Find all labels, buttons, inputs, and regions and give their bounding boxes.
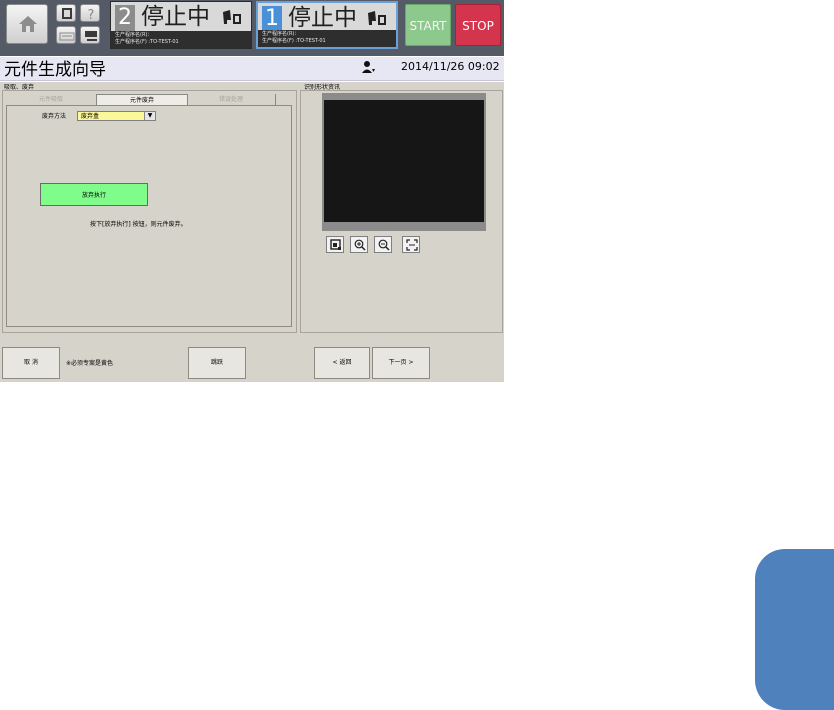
help-icon: ? — [88, 8, 95, 23]
monitor-button[interactable] — [80, 26, 100, 44]
tab-strip: 元件吸取 元件废弃 错误处理 — [8, 94, 276, 106]
lane-program: 生产程序名(R)： 生产程序名(F) :TO-TEST-01 — [111, 31, 251, 48]
datetime: 2014/11/26 09:02 — [401, 60, 500, 73]
expand-button[interactable] — [402, 236, 420, 253]
skip-button[interactable]: 跳跃 — [188, 347, 246, 379]
monitor-icon — [85, 31, 97, 41]
tab-divider — [275, 94, 276, 105]
zoom-in-button[interactable] — [350, 236, 368, 253]
svg-text:?: ? — [88, 8, 95, 23]
lane-state: 停止中 — [288, 5, 357, 31]
help-button[interactable]: ? — [80, 4, 100, 23]
execute-discard-button[interactable]: 放弃执行 — [40, 183, 148, 206]
display-button[interactable] — [56, 4, 76, 22]
tab-pickup[interactable]: 元件吸取 — [8, 94, 94, 105]
zoom-out-icon — [378, 239, 390, 251]
tab-error-handling[interactable]: 错误处理 — [188, 94, 274, 105]
method-value: 废弃盒 — [81, 113, 100, 120]
start-button[interactable]: START — [405, 4, 451, 46]
back-button[interactable]: < 返回 — [314, 347, 370, 379]
feeder-icon — [223, 10, 241, 24]
keyboard-icon — [59, 32, 75, 41]
fit-image-icon — [330, 239, 341, 250]
program-line-2: 生产程序名(F) :TO-TEST-01 — [262, 38, 326, 44]
required-note: ※必须专案是黄色 — [66, 360, 114, 367]
program-line-2: 生产程序名(F) :TO-TEST-01 — [115, 39, 179, 45]
group-label: 识别形状资讯 — [304, 84, 341, 91]
stop-button[interactable]: STOP — [455, 4, 501, 46]
lane-state: 停止中 — [141, 4, 210, 30]
shape-image-view — [324, 100, 484, 222]
page-title: 元件生成向导 — [4, 60, 106, 80]
expand-icon — [406, 239, 418, 251]
lane-number: 2 — [115, 5, 135, 31]
lane-1-status[interactable]: 1 停止中 生产程序名(R)： 生产程序名(F) :TO-TEST-01 — [256, 1, 398, 49]
cancel-button[interactable]: 取 消 — [2, 347, 60, 379]
fit-image-button[interactable] — [326, 236, 344, 253]
keyboard-button[interactable] — [56, 26, 76, 44]
hint-text: 按下[放弃执行] 按钮，则元件废弃。 — [90, 221, 187, 228]
next-button[interactable]: 下一页 > — [372, 347, 430, 379]
program-line-1: 生产程序名(R)： — [262, 31, 300, 37]
lane-2-status[interactable]: 2 停止中 生产程序名(R)： 生产程序名(F) :TO-TEST-01 — [110, 1, 252, 49]
user-icon[interactable] — [362, 60, 376, 74]
tab-panel — [6, 105, 292, 327]
zoom-in-icon — [354, 239, 366, 251]
home-button[interactable] — [6, 4, 48, 44]
method-label: 废弃方法 — [42, 113, 67, 120]
home-icon — [19, 16, 37, 32]
feeder-icon — [368, 11, 386, 25]
program-line-1: 生产程序名(R)： — [115, 32, 153, 38]
chevron-down-icon: ▼ — [144, 112, 155, 120]
display-icon — [62, 8, 72, 19]
lane-program: 生产程序名(R)： 生产程序名(F) :TO-TEST-01 — [258, 30, 396, 47]
zoom-out-button[interactable] — [374, 236, 392, 253]
discard-method-select[interactable]: 废弃盒 ▼ — [77, 111, 156, 121]
corner-tab — [755, 549, 834, 710]
group-label: 吸取、废弃 — [4, 84, 35, 91]
lane-number: 1 — [262, 6, 282, 32]
